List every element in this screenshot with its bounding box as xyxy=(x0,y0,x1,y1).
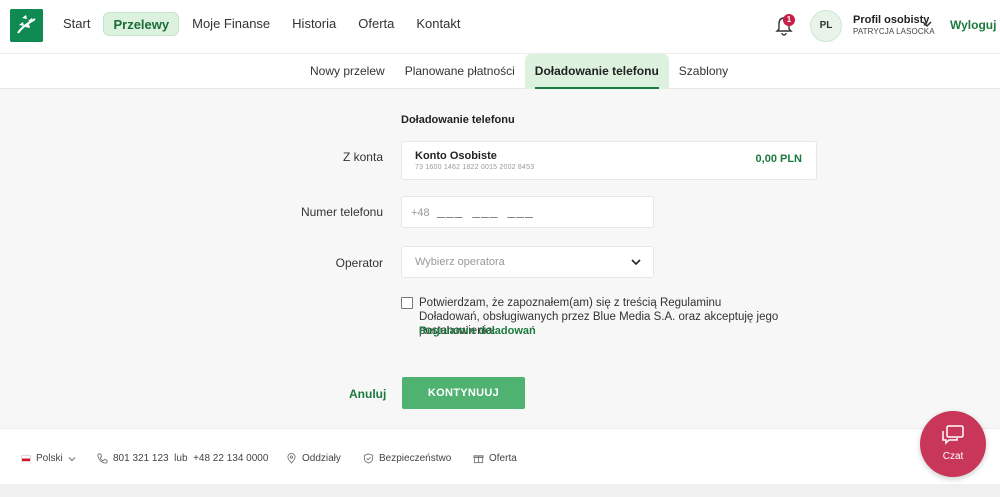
phone-mask: ___ ___ ___ xyxy=(437,205,534,220)
top-bar: Start Przelewy Moje Finanse Historia Ofe… xyxy=(0,0,1000,54)
tab-nowy-przelew[interactable]: Nowy przelew xyxy=(300,54,395,89)
cancel-button[interactable]: Anuluj xyxy=(349,387,386,401)
continue-button[interactable]: KONTYNUUJ xyxy=(402,377,525,409)
footer: Polski 801 321 123 lub +48 22 134 0000 O… xyxy=(0,428,1000,484)
language-select[interactable]: Polski xyxy=(21,453,76,464)
nav-historia[interactable]: Historia xyxy=(283,12,345,36)
chevron-down-icon[interactable] xyxy=(922,20,932,28)
tab-szablony[interactable]: Szablony xyxy=(669,54,738,89)
phone-input[interactable]: +48 ___ ___ ___ xyxy=(401,196,654,228)
main-nav: Start Przelewy Moje Finanse Historia Ofe… xyxy=(54,12,469,36)
account-name: Konto Osobiste xyxy=(415,150,497,162)
avatar[interactable]: PL xyxy=(810,10,842,42)
operator-select[interactable]: Wybierz operatora xyxy=(401,246,654,278)
gift-icon xyxy=(473,455,484,464)
phone-label: Numer telefonu xyxy=(300,205,383,219)
chevron-down-icon xyxy=(631,259,641,266)
account-balance: 0,00 PLN xyxy=(755,153,802,165)
footer-phone[interactable]: 801 321 123 lub +48 22 134 0000 xyxy=(97,453,268,464)
logout-link[interactable]: Wyloguj xyxy=(950,18,996,32)
tab-doladowanie-telefonu[interactable]: Doładowanie telefonu xyxy=(524,54,669,89)
footer-branches-text: Oddziały xyxy=(302,453,341,464)
shield-icon xyxy=(363,453,374,464)
bottom-strip xyxy=(0,484,1000,497)
language-label: Polski xyxy=(36,453,63,464)
location-pin-icon xyxy=(287,453,296,464)
footer-offer-text: Oferta xyxy=(489,453,517,464)
chevron-down-icon xyxy=(68,456,76,461)
chat-label: Czat xyxy=(942,451,964,462)
footer-offer[interactable]: Oferta xyxy=(473,453,517,464)
nav-moje-finanse[interactable]: Moje Finanse xyxy=(183,12,279,36)
consent-checkbox[interactable] xyxy=(401,297,413,309)
regulations-link[interactable]: Regulamin doładowań xyxy=(419,325,536,337)
footer-security-text: Bezpieczeństwo xyxy=(379,453,452,464)
chat-bubble-icon xyxy=(942,425,964,445)
form-title: Doładowanie telefonu xyxy=(401,114,515,126)
account-number: 73 1600 1462 1822 0015 2002 8453 xyxy=(415,164,535,171)
nav-przelewy[interactable]: Przelewy xyxy=(103,12,180,36)
from-account-label: Z konta xyxy=(342,150,383,164)
chat-button[interactable]: Czat xyxy=(920,411,986,477)
footer-security[interactable]: Bezpieczeństwo xyxy=(363,453,451,464)
poland-flag-icon xyxy=(21,455,31,462)
nav-start[interactable]: Start xyxy=(54,12,99,36)
nav-oferta[interactable]: Oferta xyxy=(349,12,403,36)
phone-prefix: +48 xyxy=(411,207,430,219)
notification-badge: 1 xyxy=(783,14,795,26)
operator-label: Operator xyxy=(335,256,383,270)
operator-placeholder: Wybierz operatora xyxy=(415,256,505,268)
account-selector[interactable]: Konto Osobiste 73 1600 1462 1822 0015 20… xyxy=(401,141,817,180)
sub-nav: Nowy przelew Planowane płatności Doładow… xyxy=(0,54,1000,89)
footer-branches[interactable]: Oddziały xyxy=(286,453,341,464)
nav-kontakt[interactable]: Kontakt xyxy=(407,12,469,36)
phone-icon xyxy=(97,453,108,464)
footer-phone-text: 801 321 123 lub +48 22 134 0000 xyxy=(113,453,269,464)
bank-logo[interactable] xyxy=(10,9,43,42)
tab-planowane-platnosci[interactable]: Planowane płatności xyxy=(395,54,525,89)
